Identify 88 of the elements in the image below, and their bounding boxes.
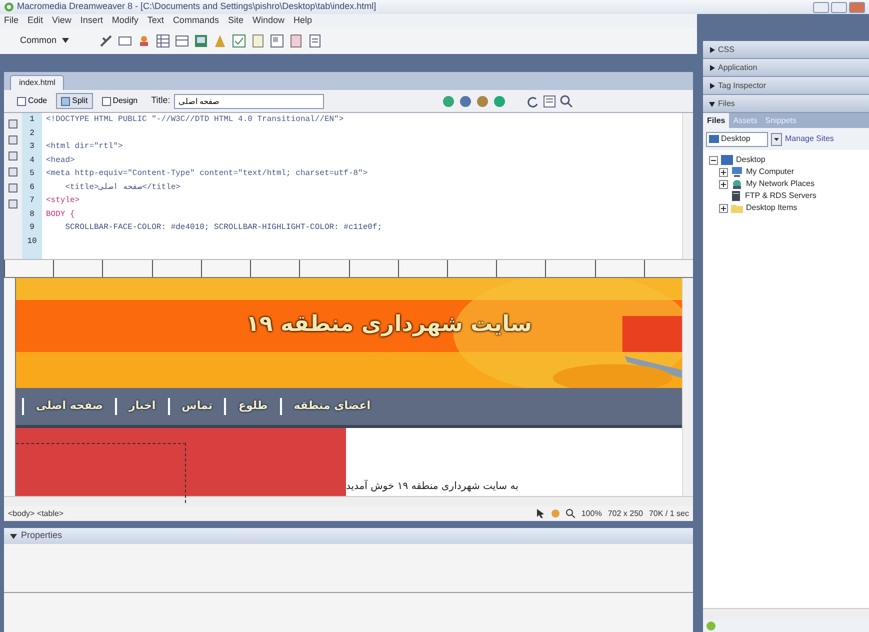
menu-item[interactable]: Modify xyxy=(112,14,138,28)
panel-title[interactable]: Properties xyxy=(21,529,62,543)
minimize-button[interactable] xyxy=(813,2,829,12)
server-icon xyxy=(730,191,742,201)
pointer-icon[interactable] xyxy=(536,509,546,518)
title-label: Title: xyxy=(151,94,170,108)
window-title: Macromedia Dreamweaver 8 - [C:\Documents and Settings\pishro\Desktop\tab\index.html] xyxy=(17,0,376,14)
location-dropdown[interactable]: Desktop xyxy=(706,132,768,146)
line-number: 2 xyxy=(28,128,36,140)
welcome-text: به سایت شهرداری منطقه ۱۹ خوش آمدید xyxy=(346,479,518,494)
horizontal-scrollbar[interactable] xyxy=(703,608,869,620)
view-icon xyxy=(61,96,70,106)
tree-item[interactable]: My Computer xyxy=(746,166,794,178)
line-number: 5 xyxy=(28,168,36,180)
code-line: <title>صفحه اصلی</title> xyxy=(64,182,181,192)
menu-item[interactable]: Help xyxy=(293,14,312,28)
horizontal-scrollbar[interactable] xyxy=(4,496,693,506)
panel-header[interactable]: Tag Inspector xyxy=(718,80,766,92)
status-icon xyxy=(706,621,716,631)
view-button[interactable]: Code xyxy=(12,93,52,109)
image-icon[interactable] xyxy=(194,34,208,48)
tag-selector[interactable]: <body> <table> xyxy=(8,508,64,520)
menu-item[interactable]: Edit xyxy=(28,14,44,28)
zoom-icon[interactable] xyxy=(560,94,574,108)
code-line: <style> xyxy=(46,196,80,205)
line-number: 7 xyxy=(28,195,36,207)
network-icon xyxy=(731,179,743,189)
code-line: <head> xyxy=(46,156,75,164)
vertical-scrollbar[interactable] xyxy=(682,113,693,259)
nav-link[interactable]: تماس xyxy=(168,398,224,415)
insert-category-dropdown[interactable]: Common xyxy=(20,34,57,48)
view-icon xyxy=(17,96,26,106)
app-logo-icon xyxy=(4,2,14,12)
view-button[interactable]: Split xyxy=(56,93,93,109)
tree-item[interactable]: Desktop Items xyxy=(746,202,798,214)
tree-item[interactable]: My Network Places xyxy=(746,178,814,190)
view-icon xyxy=(102,96,111,106)
desktop-icon xyxy=(709,135,719,143)
menu-item[interactable]: Window xyxy=(252,14,284,28)
code-line: <!DOCTYPE HTML PUBLIC "-//W3C//DTD HTML 4.0 Transitional//EN"> xyxy=(46,115,344,124)
panel-header[interactable]: Files xyxy=(718,98,735,110)
code-line: BODY { xyxy=(46,210,75,218)
line-number: 6 xyxy=(28,182,36,194)
menu-item[interactable]: Commands xyxy=(172,14,219,28)
close-button[interactable] xyxy=(849,2,865,12)
code-line: SCROLLBAR-FACE-COLOR: #de4010; SCROLLBAR-HIGHLIGHT-COLOR: #c11e0f; xyxy=(64,223,382,232)
vertical-scrollbar[interactable] xyxy=(682,278,693,496)
zoom-icon[interactable] xyxy=(566,509,576,518)
panel-header[interactable]: Application xyxy=(718,62,758,74)
caret-icon xyxy=(10,534,17,538)
computer-icon xyxy=(731,167,743,177)
document-tab[interactable]: index.html xyxy=(10,75,64,90)
table-icon[interactable] xyxy=(156,34,170,48)
panel-header[interactable]: CSS xyxy=(718,44,734,56)
menu-item[interactable]: File xyxy=(4,14,19,28)
line-number: 8 xyxy=(28,208,36,220)
folder-icon xyxy=(731,203,743,213)
line-number: 10 xyxy=(26,236,38,248)
title-field[interactable]: صفحه اصلی xyxy=(174,94,324,108)
tag-chooser-icon[interactable] xyxy=(308,34,322,48)
line-number: 4 xyxy=(28,154,36,166)
menu-item[interactable]: Site xyxy=(228,14,244,28)
menu-item[interactable]: View xyxy=(52,14,72,28)
line-number: 1 xyxy=(28,114,36,126)
line-number: 3 xyxy=(28,141,36,153)
nav-link[interactable]: صفحه اصلی xyxy=(22,398,115,415)
zoom-dropdown[interactable]: 100% xyxy=(581,508,602,520)
panel-tab[interactable]: Files xyxy=(703,113,730,128)
refresh-icon[interactable] xyxy=(526,94,540,108)
menu-item[interactable]: Text xyxy=(147,14,164,28)
desktop-icon xyxy=(721,155,733,165)
menu-item[interactable]: Insert xyxy=(80,14,103,28)
nav-link[interactable]: اعضای منطقه xyxy=(280,398,383,415)
code-line: <meta http-equiv="Content-Type" content="text/html; charset=utf-8"> xyxy=(46,169,368,178)
tree-item[interactable]: Desktop xyxy=(736,154,766,166)
view-options-icon[interactable] xyxy=(543,94,556,108)
code-line: <html dir="rtl"> xyxy=(46,142,123,151)
line-number: 9 xyxy=(28,222,36,234)
manage-sites-link[interactable]: Manage Sites xyxy=(785,133,834,145)
caret-icon xyxy=(62,38,69,43)
view-button[interactable]: Design xyxy=(96,93,143,109)
nav-link[interactable]: اخبار xyxy=(115,398,168,415)
maximize-button[interactable] xyxy=(831,2,847,12)
site-title: سایت شهرداری منطقه ۱۹ xyxy=(246,311,532,339)
tree-item[interactable]: FTP & RDS Servers xyxy=(745,190,816,202)
nav-link[interactable]: طلوع xyxy=(224,398,280,415)
window-size[interactable]: 702 x 250 xyxy=(608,508,643,520)
download-time: 70K / 1 sec xyxy=(648,508,689,520)
